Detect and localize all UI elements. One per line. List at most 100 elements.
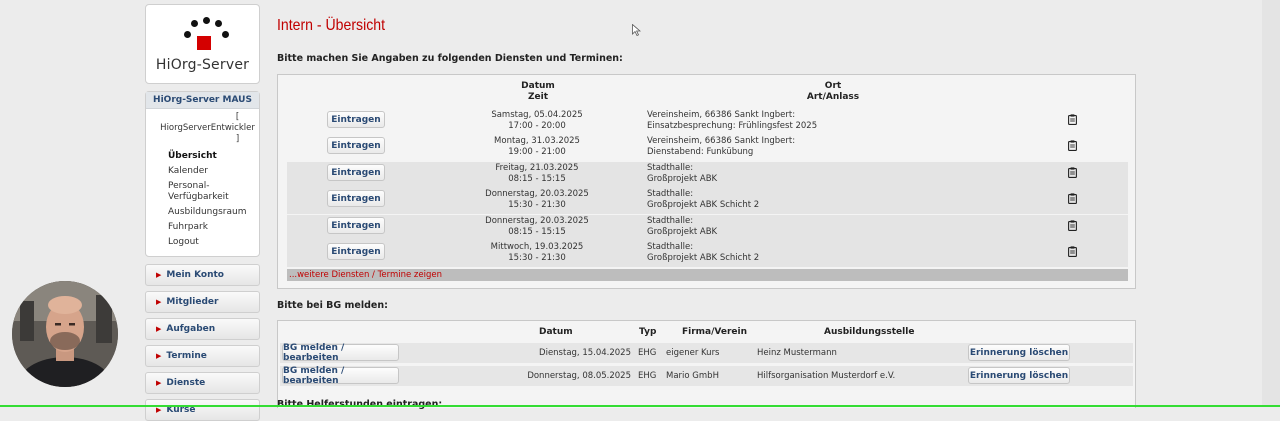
menu-label: Mitglieder <box>166 297 219 307</box>
bg-typ: EHG <box>638 371 657 381</box>
eintragen-button[interactable]: Eintragen <box>327 217 385 234</box>
dienst-row: Eintragen Montag, 31.03.2025 19:00 - 21:00… <box>287 135 1128 161</box>
dienst-time: 19:00 - 21:00 <box>508 147 566 157</box>
bg-header-firma: Firma/Verein <box>682 327 748 337</box>
bg-title: Bitte bei BG melden: <box>277 300 388 311</box>
menu-label: Termine <box>166 351 207 361</box>
dienst-event: Großprojekt ABK Schicht 2 <box>647 253 760 263</box>
clipboard-icon[interactable] <box>1068 114 1077 125</box>
clipboard-icon[interactable] <box>1068 220 1077 231</box>
bg-row: BG melden / bearbeiten Dienstag, 15.04.20… <box>280 343 1133 363</box>
menu-kurse[interactable]: ▶ Kurse <box>145 399 260 421</box>
webcam-overlay <box>12 281 118 387</box>
bg-stelle: Heinz Mustermann <box>757 348 837 358</box>
nav-item-kalender[interactable]: Kalender <box>168 164 259 179</box>
bg-header-datum: Datum <box>539 327 573 337</box>
bg-header-typ: Typ <box>639 327 657 337</box>
bg-panel: Datum Typ Firma/Verein Ausbildungsstelle… <box>277 320 1136 408</box>
triangle-right-icon: ▶ <box>156 406 162 414</box>
header-datum-zeit: Datum Zeit <box>508 81 568 103</box>
eintragen-button[interactable]: Eintragen <box>327 137 385 154</box>
nav-item-uebersicht[interactable]: Übersicht <box>168 149 259 164</box>
dienst-place: Stadthalle: <box>647 242 694 252</box>
clipboard-icon[interactable] <box>1068 246 1077 257</box>
menu-mein-konto[interactable]: ▶ Mein Konto <box>145 264 260 286</box>
bg-melden-button[interactable]: BG melden / bearbeiten <box>282 366 399 386</box>
dienst-time: 08:15 - 15:15 <box>508 227 566 237</box>
dienste-panel: Datum Zeit Ort Art/Anlass Eintragen Samst… <box>277 74 1136 289</box>
dienst-row: Eintragen Freitag, 21.03.2025 08:15 - 15:1… <box>287 162 1128 188</box>
header-anlass: Art/Anlass <box>806 92 860 102</box>
dienst-date: Donnerstag, 20.03.2025 <box>485 189 589 199</box>
nav-item-fuhrpark[interactable]: Fuhrpark <box>168 220 259 235</box>
page-title: Intern - Übersicht <box>277 17 385 34</box>
nav-item-personal-verfuegbarkeit[interactable]: Personal-Verfügbarkeit <box>168 181 230 203</box>
dienst-row: Eintragen Mittwoch, 19.03.2025 15:30 - 21:… <box>287 241 1128 267</box>
sidebar: HiOrg-Server HiOrg-Server MAUS [ HiorgSe… <box>145 4 260 421</box>
dienst-event: Großprojekt ABK Schicht 2 <box>647 200 760 210</box>
intro-text: Bitte machen Sie Angaben zu folgenden Di… <box>277 53 623 64</box>
right-scroll-strip[interactable] <box>1262 0 1280 407</box>
menu-mitglieder[interactable]: ▶ Mitglieder <box>145 291 260 313</box>
bracket-open: [ <box>235 112 240 122</box>
dienst-row: Eintragen Donnerstag, 20.03.2025 08:15 - 1… <box>287 215 1128 241</box>
menu-label: Aufgaben <box>166 324 216 334</box>
dienst-row: Eintragen Donnerstag, 20.03.2025 15:30 - 2… <box>287 188 1128 214</box>
dienst-row: Eintragen Samstag, 05.04.2025 17:00 - 20:0… <box>287 109 1128 135</box>
dienst-date: Donnerstag, 20.03.2025 <box>485 216 589 226</box>
triangle-right-icon: ▶ <box>156 271 162 279</box>
bg-firma: eigener Kurs <box>666 348 720 358</box>
eintragen-button[interactable]: Eintragen <box>327 111 385 128</box>
more-link[interactable]: ...weitere Diensten / Termine zeigen <box>287 269 1128 281</box>
user-name[interactable]: HiorgServerEntwickler <box>146 123 259 134</box>
bracket-close: ] <box>235 134 240 144</box>
org-name: HiOrg-Server MAUS <box>146 92 259 109</box>
nav-list: Übersicht Kalender Personal-Verfügbarkei… <box>168 149 259 250</box>
erinnerung-loeschen-button[interactable]: Erinnerung löschen <box>968 367 1070 384</box>
eintragen-button[interactable]: Eintragen <box>327 190 385 207</box>
page: HiOrg-Server HiOrg-Server MAUS [ HiorgSe… <box>0 0 1280 421</box>
menu-label: Dienste <box>166 378 206 388</box>
header-zeit: Zeit <box>527 92 549 102</box>
dienst-place: Stadthalle: <box>647 189 694 199</box>
logo[interactable]: HiOrg-Server <box>145 4 260 84</box>
bg-firma: Mario GmbH <box>666 371 719 381</box>
bg-date: Donnerstag, 08.05.2025 <box>527 371 631 381</box>
triangle-right-icon: ▶ <box>156 379 162 387</box>
header-ort: Ort <box>824 81 842 91</box>
webcam-person-image <box>12 281 118 387</box>
user-box: HiOrg-Server MAUS [ HiorgServerEntwickle… <box>145 91 260 257</box>
dienst-place: Stadthalle: <box>647 163 694 173</box>
bg-date: Dienstag, 15.04.2025 <box>539 348 631 358</box>
header-ort-anlass: Ort Art/Anlass <box>778 81 888 103</box>
eintragen-button[interactable]: Eintragen <box>327 164 385 181</box>
bg-header-stelle: Ausbildungsstelle <box>824 327 915 337</box>
nav-item-ausbildungsraum[interactable]: Ausbildungsraum <box>168 205 259 220</box>
header-datum: Datum <box>521 81 555 91</box>
menu-termine[interactable]: ▶ Termine <box>145 345 260 367</box>
dienst-time: 08:15 - 15:15 <box>508 174 566 184</box>
dienst-place: Vereinsheim, 66386 Sankt Ingbert: <box>647 110 796 120</box>
bg-melden-button[interactable]: BG melden / bearbeiten <box>282 343 399 363</box>
dienst-time: 17:00 - 20:00 <box>508 121 566 131</box>
clipboard-icon[interactable] <box>1068 167 1077 178</box>
nav-item-logout[interactable]: Logout <box>168 235 259 250</box>
clipboard-icon[interactable] <box>1068 193 1077 204</box>
dienst-event: Einsatzbesprechung: Frühlingsfest 2025 <box>647 121 818 131</box>
triangle-right-icon: ▶ <box>156 298 162 306</box>
dienst-date: Freitag, 21.03.2025 <box>495 163 579 173</box>
erinnerung-loeschen-button[interactable]: Erinnerung löschen <box>968 344 1070 361</box>
menu-aufgaben[interactable]: ▶ Aufgaben <box>145 318 260 340</box>
triangle-right-icon: ▶ <box>156 325 162 333</box>
dienst-date: Montag, 31.03.2025 <box>494 136 580 146</box>
menu-dienste[interactable]: ▶ Dienste <box>145 372 260 394</box>
dienst-event: Großprojekt ABK <box>647 227 718 237</box>
dienst-time: 15:30 - 21:30 <box>508 253 566 263</box>
eintragen-button[interactable]: Eintragen <box>327 243 385 260</box>
bg-stelle: Hilfsorganisation Musterdorf e.V. <box>757 371 896 381</box>
dienst-date: Samstag, 05.04.2025 <box>491 110 583 120</box>
user-name-block: [ HiorgServerEntwickler ] <box>146 112 259 145</box>
logo-square-icon <box>197 36 211 50</box>
menu-label: Mein Konto <box>166 270 224 280</box>
clipboard-icon[interactable] <box>1068 140 1077 151</box>
